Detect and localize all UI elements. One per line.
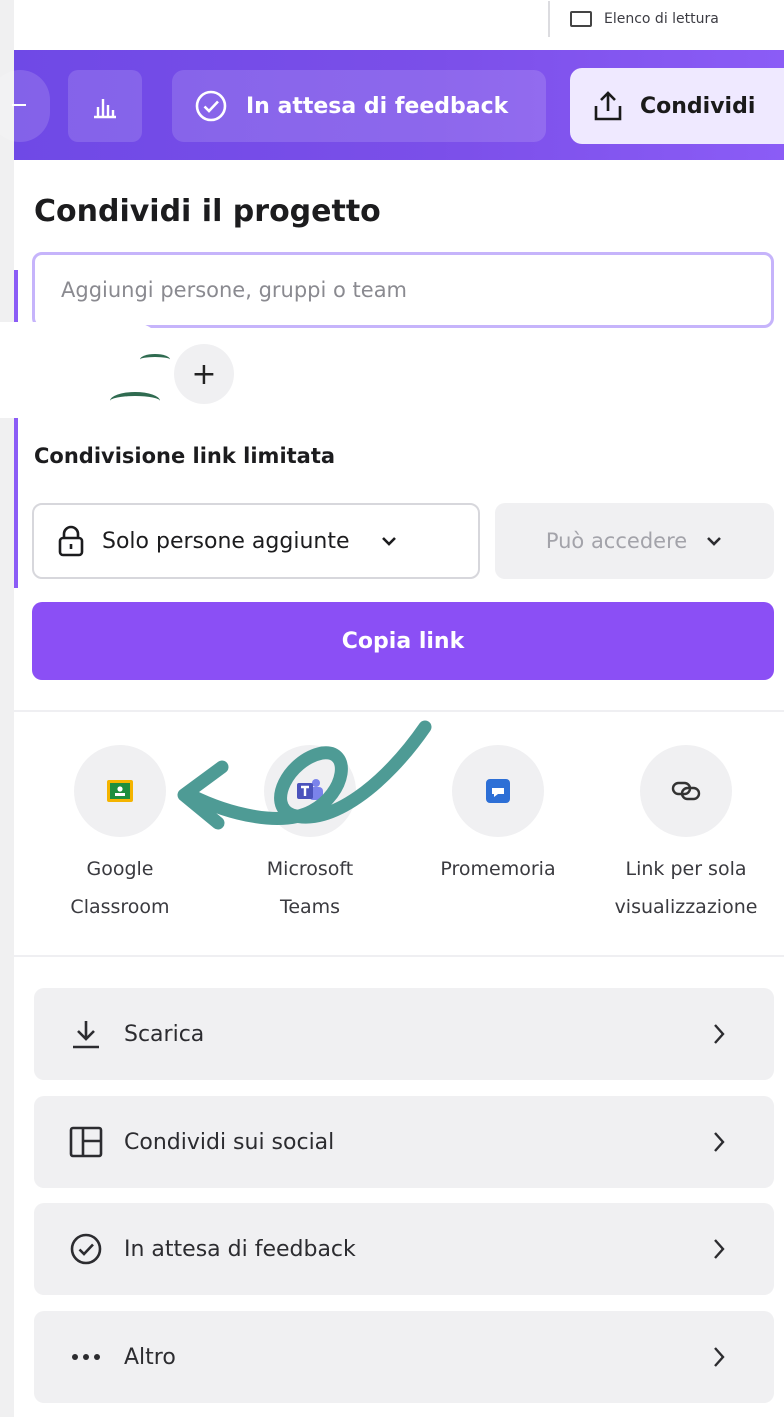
awaiting-feedback-row-label: In attesa di feedback [124, 1236, 356, 1262]
reminder-button[interactable] [452, 745, 544, 837]
people-search-field[interactable] [32, 252, 774, 328]
reading-list-button[interactable]: Elenco di lettura [548, 0, 784, 38]
awaiting-feedback-row[interactable]: In attesa di feedback [34, 1203, 774, 1295]
google-classroom-button[interactable] [74, 745, 166, 837]
app-label-line: Teams [279, 896, 341, 918]
copy-link-button[interactable]: Copia link [32, 602, 774, 680]
check-circle-icon [195, 90, 227, 122]
app-label: Link per sola visualizzazione [596, 850, 776, 926]
chevron-right-icon [714, 1024, 725, 1044]
link-icon [671, 781, 701, 801]
link-sharing-label: Condivisione link limitata [34, 444, 336, 468]
view-only-link-button[interactable] [640, 745, 732, 837]
access-scope-value: Solo persone aggiunte [102, 528, 350, 554]
download-row[interactable]: Scarica [34, 988, 774, 1080]
download-label: Scarica [124, 1021, 205, 1047]
app-label: Google Classroom [30, 850, 210, 926]
panel-accent [14, 418, 18, 588]
download-icon [66, 1017, 106, 1051]
panel-title: Condividi il progetto [34, 194, 381, 229]
share-upload-icon [594, 91, 622, 121]
annotation-arrow [177, 720, 432, 830]
permission-dropdown[interactable]: Può accedere [495, 503, 774, 579]
share-label: Condividi [640, 93, 756, 119]
reminder-icon [486, 779, 510, 803]
add-collaborator-button[interactable]: + [174, 344, 234, 404]
awaiting-feedback-label: In attesa di feedback [246, 93, 509, 119]
app-label-line: Link per sola [625, 858, 747, 880]
lock-icon [58, 525, 84, 557]
share-social-row[interactable]: Condividi sui social [34, 1096, 774, 1188]
people-search-input[interactable] [59, 277, 771, 303]
share-button[interactable]: Condividi [570, 68, 784, 144]
app-label-line: visualizzazione [614, 896, 758, 918]
more-row[interactable]: Altro [34, 1311, 774, 1403]
app-label-line: Promemoria [440, 858, 556, 880]
chevron-down-icon [707, 537, 722, 546]
reading-list-label: Elenco di lettura [604, 11, 719, 27]
share-social-label: Condividi sui social [124, 1129, 335, 1155]
social-layout-icon [66, 1126, 106, 1158]
app-label: Microsoft Teams [220, 850, 400, 926]
avatar [140, 354, 170, 365]
bar-chart-icon [94, 99, 116, 119]
chevron-right-icon [714, 1347, 725, 1367]
google-classroom-icon [107, 780, 133, 802]
more-dots-icon [66, 1353, 106, 1361]
section-divider [14, 710, 784, 712]
app-label-line: Google [86, 858, 154, 880]
chevron-right-icon [714, 1132, 725, 1152]
toolbar-divider [548, 1, 550, 37]
chevron-down-icon [381, 537, 396, 546]
chevron-right-icon [714, 1239, 725, 1259]
app-label-line: Classroom [70, 896, 170, 918]
reading-list-icon [570, 11, 592, 27]
check-circle-icon [66, 1232, 106, 1266]
zoom-out-button[interactable] [0, 70, 50, 142]
access-scope-dropdown[interactable]: Solo persone aggiunte [32, 503, 480, 579]
more-label: Altro [124, 1344, 176, 1370]
app-label: Promemoria [408, 850, 588, 888]
section-divider [14, 955, 784, 957]
copy-link-label: Copia link [341, 628, 465, 654]
app-label-line: Microsoft [266, 858, 354, 880]
plus-icon: + [191, 356, 217, 392]
awaiting-feedback-button[interactable]: In attesa di feedback [172, 70, 546, 142]
avatar [110, 392, 160, 410]
permission-value: Può accedere [545, 529, 688, 553]
insights-button[interactable] [68, 70, 142, 142]
